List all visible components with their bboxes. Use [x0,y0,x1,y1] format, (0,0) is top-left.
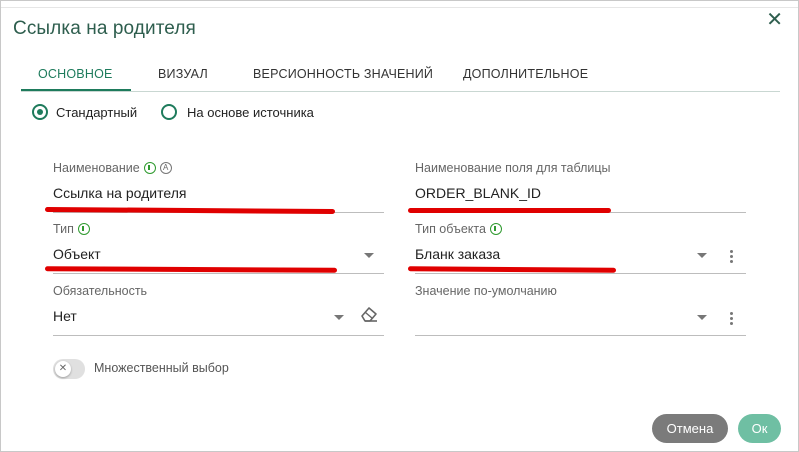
radio-source-based[interactable] [161,104,177,120]
annotation-underline [408,208,611,213]
type-field-value[interactable]: Объект [53,246,101,262]
multi-select-toggle[interactable]: ✕ [53,359,85,379]
chevron-down-icon[interactable] [364,253,374,258]
table-field-name-label: Наименование поля для таблицы [415,161,611,175]
info-icon[interactable] [143,162,156,174]
required-field-underline [53,335,384,336]
more-vert-icon[interactable] [730,312,733,327]
object-type-field-underline [415,273,746,274]
dialog-title: Ссылка на родителя [13,18,196,39]
chevron-down-icon[interactable] [334,315,344,320]
default-value-field-label: Значение по-умолчанию [415,284,557,298]
tab-visual[interactable]: ВИЗУАЛ [158,67,208,81]
tab-additional[interactable]: ДОПОЛНИТЕЛЬНОЕ [463,67,588,81]
top-strip [1,1,798,8]
name-field-label: Наименование [53,161,140,175]
active-tab-indicator [21,89,131,91]
tab-main[interactable]: ОСНОВНОЕ [38,67,113,81]
name-field-value[interactable]: Ссылка на родителя [53,185,186,201]
annotation-underline [407,266,617,273]
close-icon: ✕ [55,361,71,377]
auto-icon[interactable]: A [159,162,172,174]
more-vert-icon[interactable] [730,250,733,265]
info-icon[interactable] [489,223,502,235]
required-field-label: Обязательность [53,284,148,298]
close-icon[interactable]: ✕ [766,10,783,30]
eraser-icon[interactable] [359,305,379,323]
type-field-underline [53,273,384,274]
default-value-field-underline [415,335,746,336]
multi-select-label: Множественный выбор [94,361,229,375]
radio-standard[interactable] [32,104,48,120]
object-type-field-label: Тип объекта [415,222,486,236]
tab-bar: ОСНОВНОЕ ВИЗУАЛ ВЕРСИОННОСТЬ ЗНАЧЕНИЙ ДО… [21,63,780,92]
object-type-field-value[interactable]: Бланк заказа [415,246,500,262]
ok-button[interactable]: Ок [738,414,781,443]
tab-value-versioning[interactable]: ВЕРСИОННОСТЬ ЗНАЧЕНИЙ [253,67,433,81]
radio-source-based-label[interactable]: На основе источника [187,105,314,120]
table-field-name-value[interactable]: ORDER_BLANK_ID [415,185,541,201]
annotation-underline [44,266,338,273]
cancel-button[interactable]: Отмена [652,414,728,443]
required-field-value[interactable]: Нет [53,308,77,324]
type-field-label: Тип [53,222,74,236]
chevron-down-icon[interactable] [697,315,707,320]
info-icon[interactable] [77,223,90,235]
chevron-down-icon[interactable] [697,253,707,258]
dialog: Ссылка на родителя ✕ ОСНОВНОЕ ВИЗУАЛ ВЕР… [0,0,799,452]
radio-standard-label[interactable]: Стандартный [56,105,137,120]
